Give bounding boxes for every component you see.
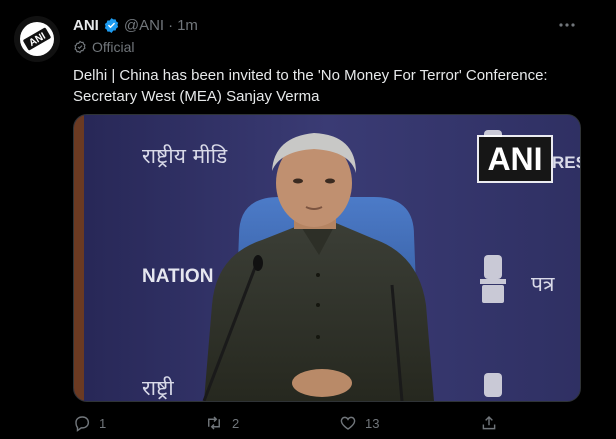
- retweet-button[interactable]: 2: [204, 412, 239, 434]
- like-count: 13: [365, 415, 380, 431]
- share-icon: [482, 415, 496, 430]
- official-label-text: Official: [92, 39, 135, 55]
- like-button[interactable]: 13: [339, 412, 379, 434]
- author-name[interactable]: ANI: [73, 17, 99, 34]
- heart-icon: [340, 416, 356, 430]
- official-badge-icon: [74, 40, 86, 54]
- tweet-card[interactable]: ANI ANI @ANI · 1m Official Delhi | China…: [0, 0, 616, 439]
- tweet-timestamp[interactable]: 1m: [177, 17, 198, 34]
- backdrop-hindi-text: राष्ट्रीय मीडि: [142, 144, 228, 168]
- backdrop-press-text: RES: [552, 153, 580, 172]
- retweet-count: 2: [232, 415, 240, 431]
- backdrop-patra-text: पत्र: [531, 272, 555, 296]
- tweet-text-line: Secretary West (MEA) Sanjay Verma: [73, 88, 320, 105]
- author-handle[interactable]: @ANI: [124, 17, 164, 34]
- tweet-media[interactable]: राष्ट्रीय मीडि NATION राष्ट्री पत्र RES: [73, 114, 581, 402]
- reply-icon: [75, 416, 90, 432]
- reply-count: 1: [99, 415, 107, 431]
- share-button[interactable]: [480, 412, 506, 434]
- verified-badge-icon: [103, 17, 120, 34]
- reply-button[interactable]: 1: [73, 412, 106, 434]
- tweet-actions: 1 2 13: [73, 412, 513, 434]
- person-hands: [292, 369, 352, 397]
- backdrop-hindi-bottom-text: राष्ट्री: [142, 376, 174, 400]
- media-video-frame: राष्ट्रीय मीडि NATION राष्ट्री पत्र RES: [74, 115, 580, 401]
- separator-dot: ·: [168, 16, 174, 34]
- avatar[interactable]: ANI: [14, 16, 60, 62]
- more-options-icon[interactable]: [556, 14, 578, 36]
- retweet-icon: [208, 416, 220, 430]
- tweet-text-line: Delhi | China has been invited to the 'N…: [73, 67, 548, 84]
- tweet-header: ANI @ANI · 1m: [73, 14, 576, 36]
- ani-watermark-text: ANI: [487, 141, 542, 177]
- tweet-text: Delhi | China has been invited to the 'N…: [73, 65, 583, 107]
- backdrop-national-text: NATION: [142, 266, 213, 287]
- official-label: Official: [73, 39, 135, 55]
